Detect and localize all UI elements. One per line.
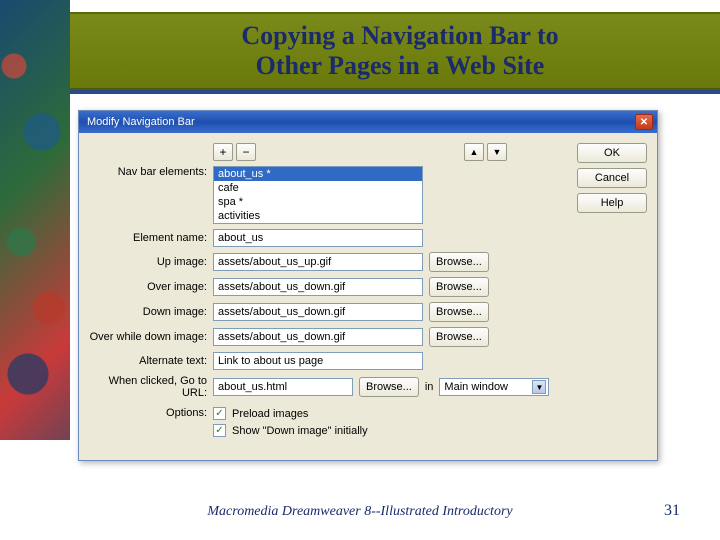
element-name-input[interactable] (213, 229, 423, 247)
slide-title-line1: Copying a Navigation Bar to (241, 21, 558, 51)
modify-navbar-dialog: Modify Navigation Bar ✕ + − ▲ ▼ (78, 110, 658, 461)
plus-icon: + (219, 145, 226, 159)
preload-images-label: Preload images (232, 408, 308, 420)
label-goto-url: When clicked, Go to URL: (89, 375, 207, 399)
minus-icon: − (242, 145, 249, 159)
label-up-image: Up image: (89, 256, 207, 268)
nav-elements-listbox[interactable]: about_us * cafe spa * activities (213, 166, 423, 224)
label-in: in (425, 381, 434, 393)
preload-images-checkbox[interactable]: ✓ (213, 407, 226, 420)
list-item[interactable]: activities (214, 209, 422, 223)
browse-over-image-button[interactable]: Browse... (429, 277, 489, 297)
slide-title: Copying a Navigation Bar to Other Pages … (110, 6, 690, 96)
target-window-value: Main window (444, 381, 508, 393)
dialog-titlebar: Modify Navigation Bar ✕ (79, 111, 657, 133)
target-window-select[interactable]: Main window ▼ (439, 378, 549, 396)
dialog-title: Modify Navigation Bar (87, 116, 195, 128)
close-icon: ✕ (640, 117, 648, 128)
browse-url-button[interactable]: Browse... (359, 377, 419, 397)
browse-down-image-button[interactable]: Browse... (429, 302, 489, 322)
browse-over-while-down-button[interactable]: Browse... (429, 327, 489, 347)
slide-footer: Macromedia Dreamweaver 8--Illustrated In… (0, 504, 720, 520)
label-over-while-down: Over while down image: (89, 331, 207, 343)
over-while-down-input[interactable] (213, 328, 423, 346)
over-image-input[interactable] (213, 278, 423, 296)
label-over-image: Over image: (89, 281, 207, 293)
label-down-image: Down image: (89, 306, 207, 318)
cancel-button[interactable]: Cancel (577, 168, 647, 188)
slide-title-line2: Other Pages in a Web Site (256, 51, 545, 81)
alternate-text-input[interactable] (213, 352, 423, 370)
browse-up-image-button[interactable]: Browse... (429, 252, 489, 272)
page-number: 31 (664, 502, 680, 520)
label-nav-bar-elements: Nav bar elements: (89, 166, 207, 178)
ok-button[interactable]: OK (577, 143, 647, 163)
list-item[interactable]: spa * (214, 195, 422, 209)
move-down-button[interactable]: ▼ (487, 143, 507, 161)
up-arrow-icon: ▲ (470, 147, 479, 157)
up-image-input[interactable] (213, 253, 423, 271)
move-up-button[interactable]: ▲ (464, 143, 484, 161)
list-item[interactable]: cafe (214, 181, 422, 195)
label-alternate-text: Alternate text: (89, 355, 207, 367)
show-down-initially-label: Show "Down image" initially (232, 425, 368, 437)
add-element-button[interactable]: + (213, 143, 233, 161)
list-item[interactable]: about_us * (214, 167, 422, 181)
help-button[interactable]: Help (577, 193, 647, 213)
label-element-name: Element name: (89, 232, 207, 244)
label-options: Options: (89, 407, 207, 419)
down-image-input[interactable] (213, 303, 423, 321)
chevron-down-icon: ▼ (532, 380, 546, 394)
decorative-sidebar-art (0, 0, 70, 440)
close-button[interactable]: ✕ (635, 114, 653, 130)
down-arrow-icon: ▼ (493, 147, 502, 157)
remove-element-button[interactable]: − (236, 143, 256, 161)
goto-url-input[interactable] (213, 378, 353, 396)
show-down-initially-checkbox[interactable]: ✓ (213, 424, 226, 437)
